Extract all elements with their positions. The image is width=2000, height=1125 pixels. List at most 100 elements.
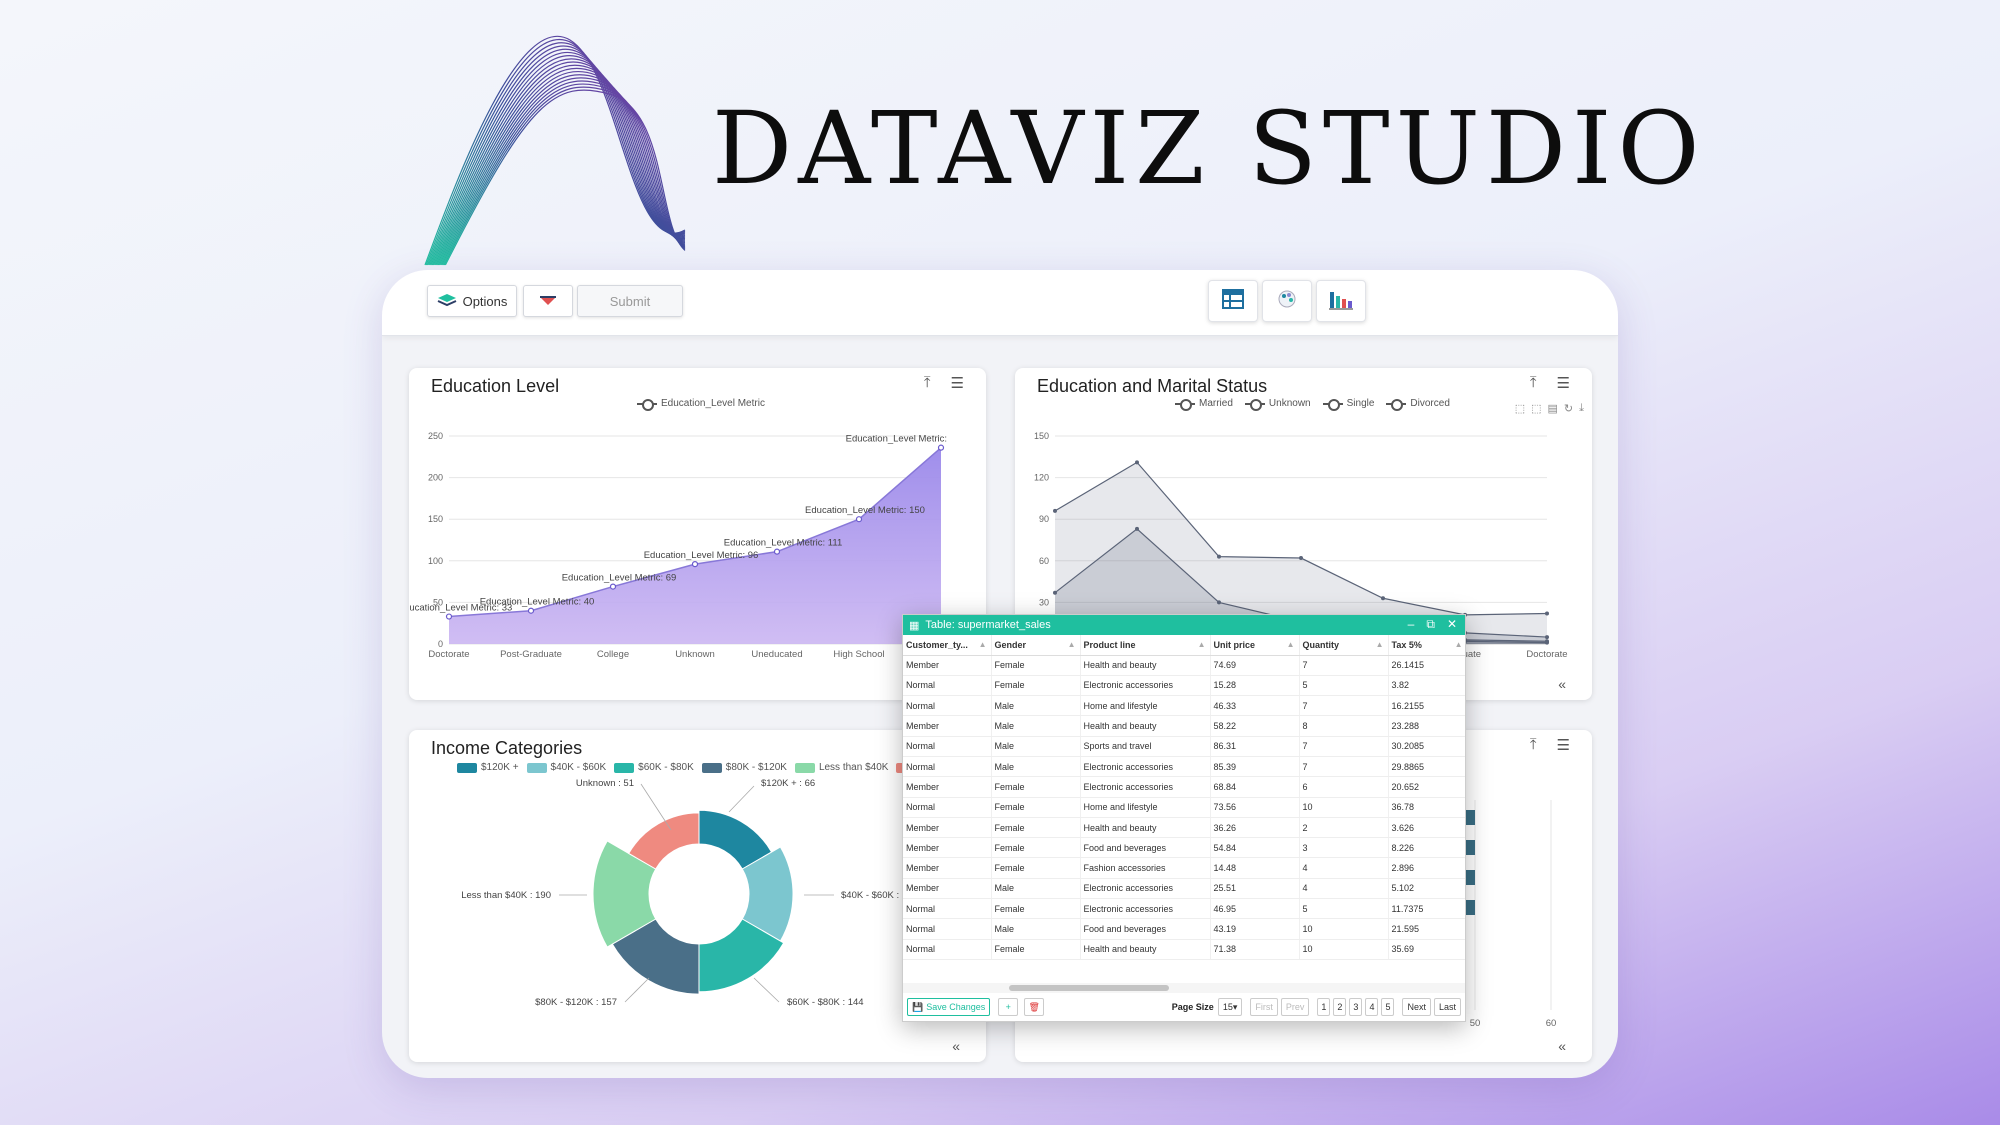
table-row[interactable]: Normal Male Food and beverages 43.19 10 21.59…	[903, 918, 1465, 940]
table-cell[interactable]: Health and beauty	[1080, 655, 1211, 676]
table-cell[interactable]: 5.102	[1388, 878, 1465, 900]
next-page-button[interactable]: Next	[1402, 998, 1431, 1016]
table-row[interactable]: Normal Male Home and lifestyle 46.33 7 16.215…	[903, 695, 1465, 717]
table-cell[interactable]: Female	[991, 797, 1081, 818]
table-cell[interactable]: 20.652	[1388, 776, 1465, 798]
table-cell[interactable]: Fashion accessories	[1080, 857, 1211, 879]
table-cell[interactable]: 86.31	[1210, 736, 1300, 757]
first-page-button[interactable]: First	[1250, 998, 1278, 1016]
table-cell[interactable]: 7	[1299, 736, 1389, 757]
table-cell[interactable]: Electronic accessories	[1080, 898, 1211, 920]
table-cell[interactable]: 36.26	[1210, 817, 1300, 839]
column-header[interactable]: Unit price ▲	[1210, 635, 1300, 656]
table-row[interactable]: Normal Male Electronic accessories 85.39 7 29…	[903, 756, 1465, 778]
table-cell[interactable]: Health and beauty	[1080, 715, 1211, 737]
sort-icon[interactable]: ▲	[1455, 640, 1463, 649]
table-cell[interactable]: 46.95	[1210, 898, 1300, 920]
last-page-button[interactable]: Last	[1433, 998, 1461, 1016]
table-cell[interactable]: 14.48	[1210, 857, 1300, 879]
table-cell[interactable]: Normal	[903, 797, 992, 818]
add-row-button[interactable]: +	[998, 998, 1019, 1016]
table-cell[interactable]: 7	[1299, 695, 1389, 717]
table-cell[interactable]: 30.2085	[1388, 736, 1465, 757]
table-row[interactable]: Member Female Food and beverages 54.84 3 8.22…	[903, 837, 1465, 859]
table-row[interactable]: Normal Female Health and beauty 71.38 10 35.6…	[903, 939, 1465, 960]
table-cell[interactable]: Member	[903, 878, 992, 900]
column-header[interactable]: Tax 5% ▲	[1388, 635, 1465, 656]
filter-button[interactable]	[523, 285, 573, 317]
table-cell[interactable]: 10	[1299, 797, 1389, 818]
table-cell[interactable]: Member	[903, 715, 992, 737]
table-row[interactable]: Member Female Health and beauty 36.26 2 3.626	[903, 817, 1465, 839]
sort-icon[interactable]: ▲	[1068, 640, 1076, 649]
page-number-button[interactable]: 2	[1333, 998, 1347, 1016]
table-cell[interactable]: Female	[991, 898, 1081, 920]
table-cell[interactable]: 4	[1299, 857, 1389, 879]
table-cell[interactable]: 8.226	[1388, 837, 1465, 859]
table-cell[interactable]: Normal	[903, 756, 992, 778]
submit-button[interactable]: Submit	[577, 285, 683, 317]
table-cell[interactable]: Male	[991, 756, 1081, 778]
table-cell[interactable]: 3	[1299, 837, 1389, 859]
table-cell[interactable]: 73.56	[1210, 797, 1300, 818]
table-row[interactable]: Member Female Health and beauty 74.69 7 26.14…	[903, 655, 1465, 676]
table-cell[interactable]: 10	[1299, 918, 1389, 940]
table-cell[interactable]: Member	[903, 776, 992, 798]
table-cell[interactable]: Female	[991, 655, 1081, 676]
table-row[interactable]: Normal Male Sports and travel 86.31 7 30.2085	[903, 736, 1465, 757]
table-row[interactable]: Member Female Fashion accessories 14.48 4 2.8…	[903, 857, 1465, 879]
table-cell[interactable]: Female	[991, 939, 1081, 960]
column-header[interactable]: Product line ▲	[1080, 635, 1211, 656]
sort-icon[interactable]: ▲	[1376, 640, 1384, 649]
table-cell[interactable]: 8	[1299, 715, 1389, 737]
table-cell[interactable]: Female	[991, 675, 1081, 697]
page-number-button[interactable]: 5	[1381, 998, 1395, 1016]
scrollbar-thumb[interactable]	[1009, 985, 1169, 991]
page-number-button[interactable]: 3	[1349, 998, 1363, 1016]
table-cell[interactable]: 5	[1299, 898, 1389, 920]
table-cell[interactable]: Food and beverages	[1080, 837, 1211, 859]
table-cell[interactable]: 3.626	[1388, 817, 1465, 839]
table-cell[interactable]: 58.22	[1210, 715, 1300, 737]
table-cell[interactable]: 2.896	[1388, 857, 1465, 879]
column-header[interactable]: Quantity ▲	[1299, 635, 1389, 656]
table-cell[interactable]: Health and beauty	[1080, 817, 1211, 839]
table-cell[interactable]: 23.288	[1388, 715, 1465, 737]
sort-icon[interactable]: ▲	[979, 640, 987, 649]
table-cell[interactable]: 16.2155	[1388, 695, 1465, 717]
table-cell[interactable]: Electronic accessories	[1080, 878, 1211, 900]
table-cell[interactable]: 54.84	[1210, 837, 1300, 859]
table-cell[interactable]: 10	[1299, 939, 1389, 960]
options-button[interactable]: Options	[427, 285, 517, 317]
horizontal-scrollbar[interactable]	[903, 983, 1465, 993]
table-row[interactable]: Normal Female Home and lifestyle 73.56 10 36.…	[903, 797, 1465, 818]
table-cell[interactable]: 3.82	[1388, 675, 1465, 697]
table-cell[interactable]: 29.8865	[1388, 756, 1465, 778]
table-cell[interactable]: 68.84	[1210, 776, 1300, 798]
chart-button[interactable]	[1316, 280, 1366, 322]
column-header[interactable]: Gender ▲	[991, 635, 1081, 656]
table-cell[interactable]: Home and lifestyle	[1080, 797, 1211, 818]
sort-icon[interactable]: ▲	[1287, 640, 1295, 649]
page-number-button[interactable]: 1	[1317, 998, 1331, 1016]
table-cell[interactable]: 2	[1299, 817, 1389, 839]
table-cell[interactable]: 85.39	[1210, 756, 1300, 778]
table-cell[interactable]: Member	[903, 655, 992, 676]
table-cell[interactable]: Normal	[903, 918, 992, 940]
table-cell[interactable]: 46.33	[1210, 695, 1300, 717]
table-cell[interactable]: Normal	[903, 695, 992, 717]
table-cell[interactable]: Electronic accessories	[1080, 675, 1211, 697]
table-cell[interactable]: Food and beverages	[1080, 918, 1211, 940]
table-view-button[interactable]	[1208, 280, 1258, 322]
collapse-icon[interactable]: «	[952, 1038, 960, 1054]
table-cell[interactable]: 71.38	[1210, 939, 1300, 960]
prev-page-button[interactable]: Prev	[1280, 998, 1310, 1016]
page-number-button[interactable]: 4	[1365, 998, 1379, 1016]
table-cell[interactable]: Female	[991, 857, 1081, 879]
table-cell[interactable]: 5	[1299, 675, 1389, 697]
table-cell[interactable]: Member	[903, 817, 992, 839]
table-cell[interactable]: Member	[903, 857, 992, 879]
table-cell[interactable]: Electronic accessories	[1080, 776, 1211, 798]
save-changes-button[interactable]: 💾 Save Changes	[907, 998, 991, 1016]
table-cell[interactable]: Male	[991, 715, 1081, 737]
